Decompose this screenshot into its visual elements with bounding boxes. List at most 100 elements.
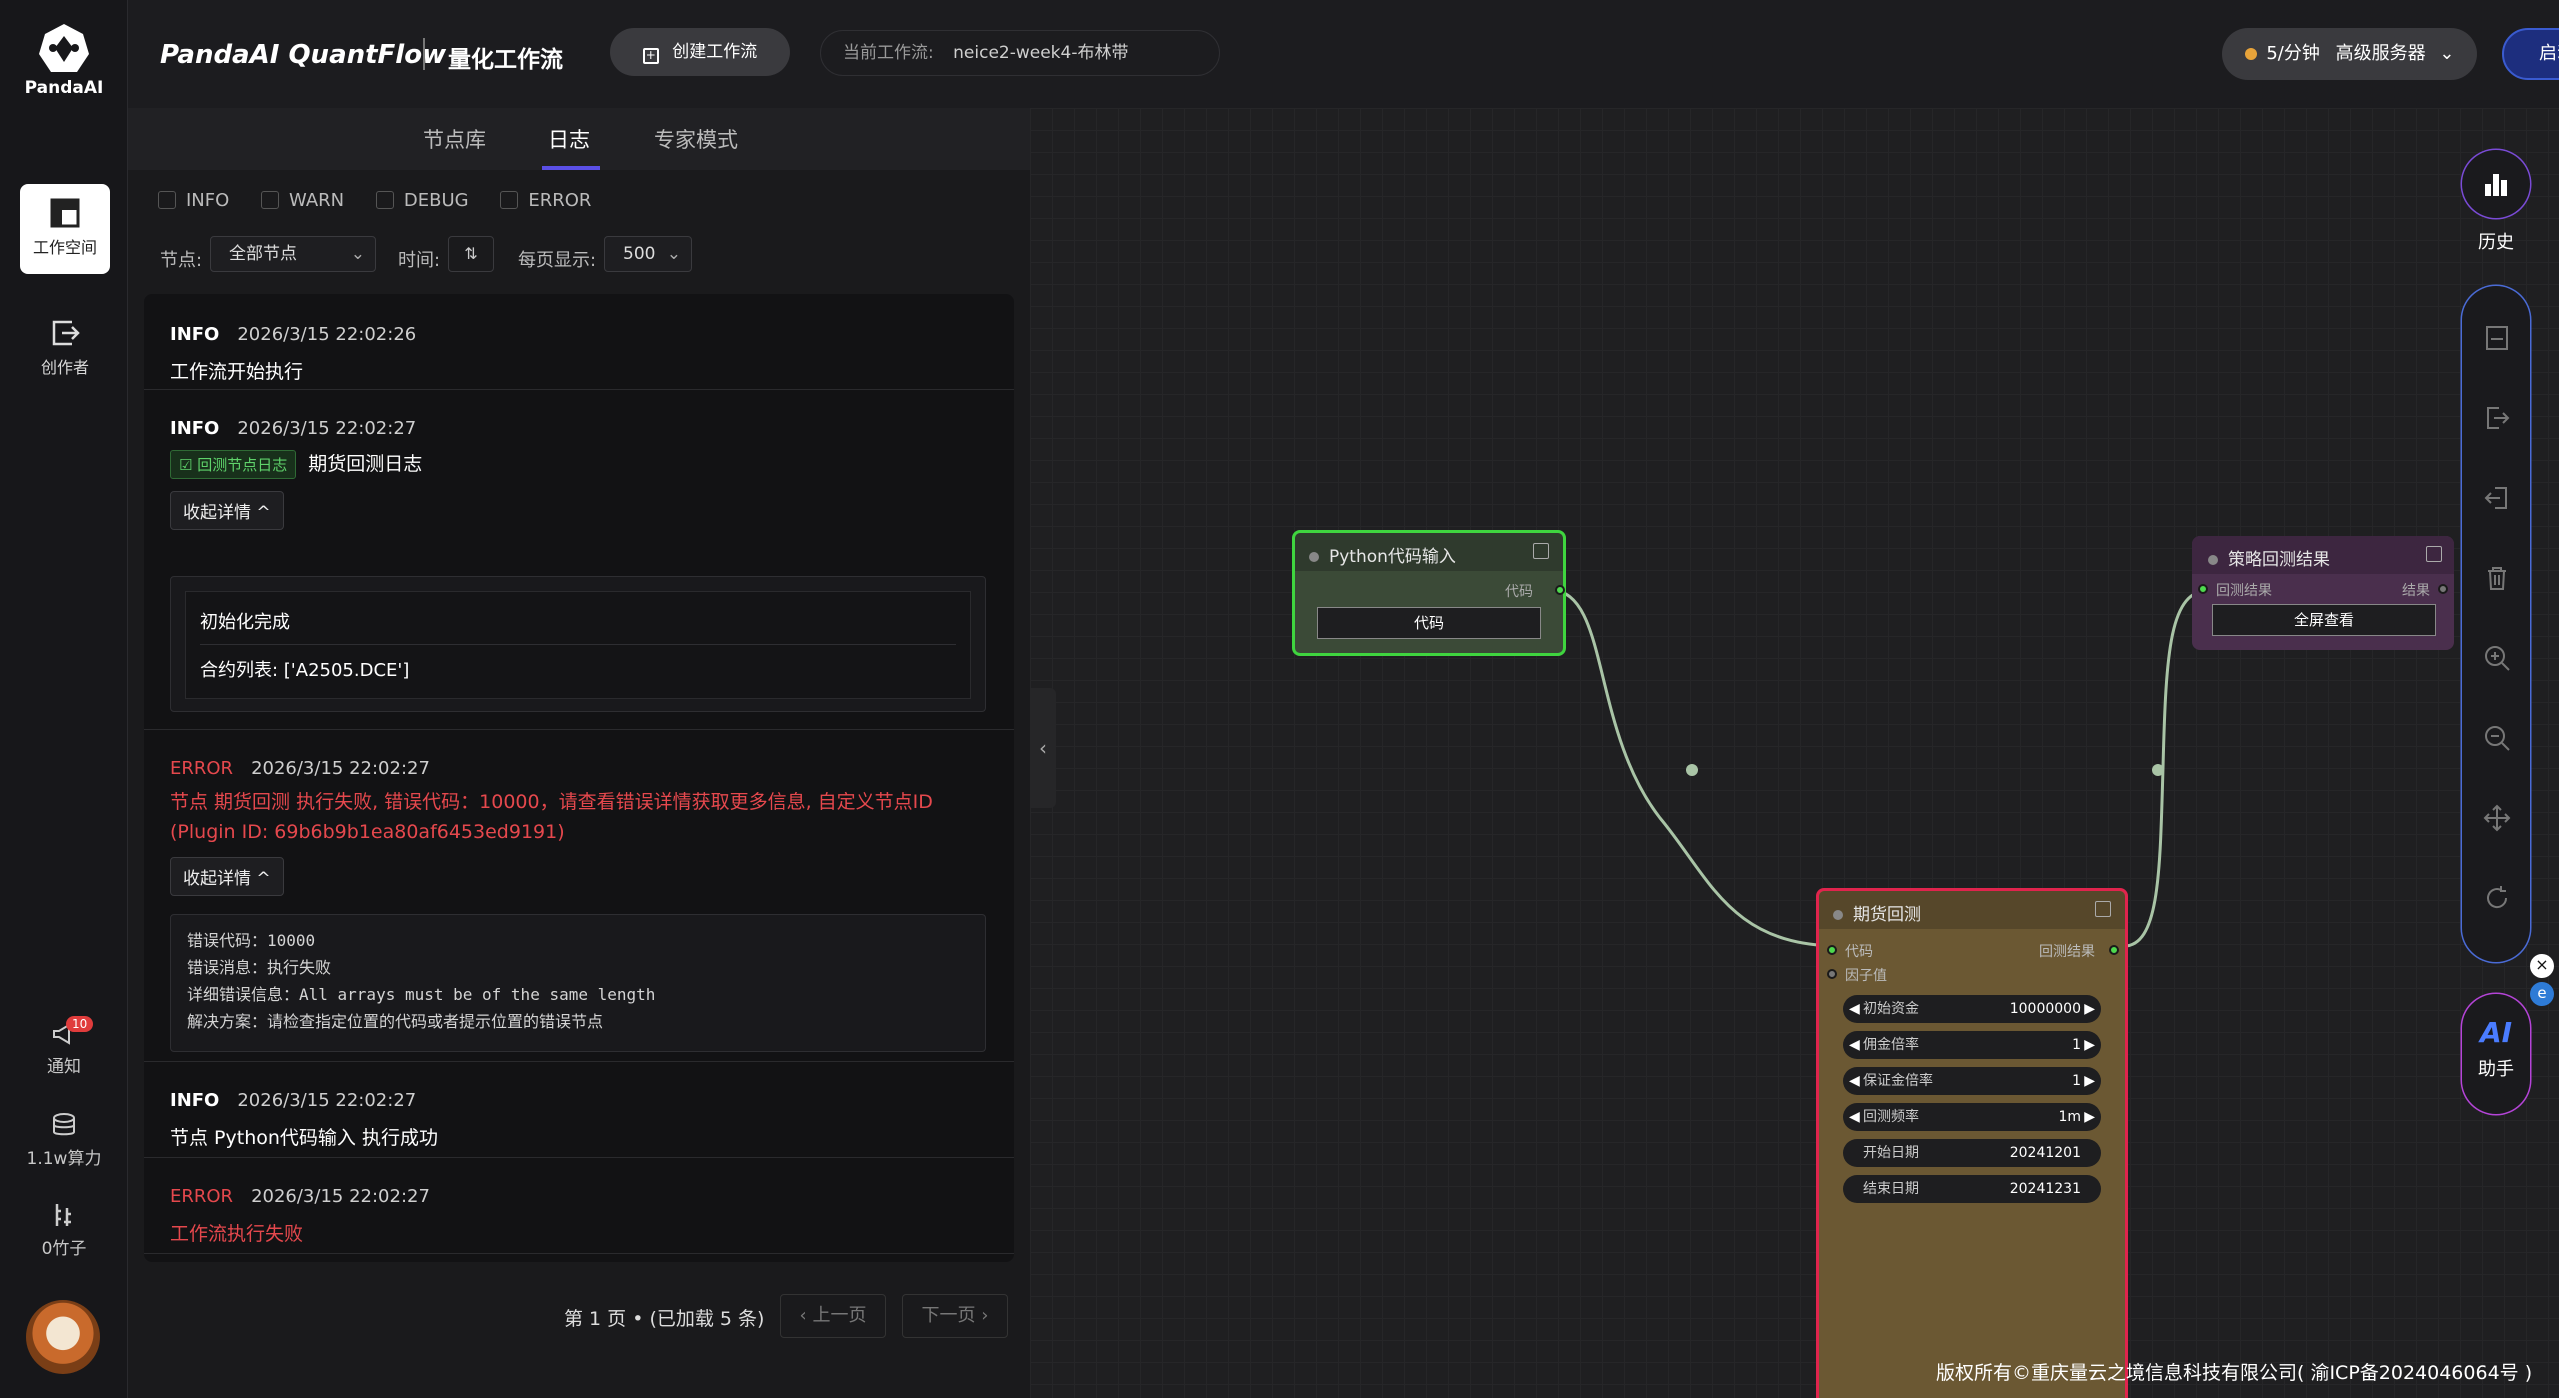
arrow-right-icon[interactable]: ▶	[2084, 1031, 2095, 1059]
start-workflow-button[interactable]: 启动工作流	[2502, 28, 2559, 80]
export-icon[interactable]	[2483, 404, 2511, 432]
workflow-canvas[interactable]: Python代码输入 代码 代码 策略回测结果 回测结果 结果 全屏查看 期货回…	[1030, 108, 2559, 1398]
arrow-right-icon[interactable]: ▶	[2084, 1103, 2095, 1131]
log-time: 2026/3/15 22:02:26	[237, 324, 417, 345]
chevron-down-icon: ⌄	[2439, 43, 2455, 64]
zoom-in-icon[interactable]	[2483, 644, 2511, 672]
pagination: 第 1 页 • (已加载 5 条) ‹ 上一页 下一页 ›	[128, 1294, 1030, 1344]
logo[interactable]: PandaAI	[0, 22, 128, 98]
logo-text: PandaAI	[24, 78, 104, 98]
nav-bamboo[interactable]: 0竹子	[0, 1202, 128, 1259]
prev-label: 上一页	[812, 1305, 867, 1326]
param-value: 20241201	[2009, 1145, 2081, 1161]
nav-notify[interactable]: 10 通知	[0, 1016, 128, 1077]
param-start-date[interactable]: 开始日期 20241201	[1843, 1139, 2101, 1167]
node-select[interactable]: 全部节点 ⌄	[210, 236, 376, 272]
filter-warn[interactable]: WARN	[261, 190, 344, 211]
user-avatar[interactable]	[26, 1300, 100, 1374]
chevron-left-icon: ‹	[1039, 736, 1047, 760]
refresh-icon[interactable]	[2483, 884, 2511, 912]
param-commission[interactable]: ◀ 佣金倍率 1 ▶	[1843, 1031, 2101, 1059]
rate-text: 5/分钟	[2266, 43, 2320, 64]
history-label: 历史	[2478, 232, 2514, 253]
arrow-left-icon[interactable]: ◀	[1849, 1067, 1860, 1095]
assistant-button[interactable]: AI 助手	[2462, 994, 2530, 1114]
result-in-port[interactable]	[2198, 584, 2208, 594]
chevron-up-icon: ^	[256, 503, 271, 523]
log-entry: INFO 2026/3/15 22:02:26 工作流开始执行	[144, 294, 1014, 390]
arrow-left-icon[interactable]: ◀	[1849, 1103, 1860, 1131]
param-frequency[interactable]: ◀ 回测频率 1m ▶	[1843, 1103, 2101, 1131]
canvas-toolbar	[2462, 286, 2530, 962]
futures-factor-port[interactable]	[1827, 969, 1837, 979]
edit-icon[interactable]	[2095, 901, 2111, 917]
python-out-port[interactable]	[1555, 585, 1565, 595]
arrow-right-icon[interactable]: ▶	[2084, 1067, 2095, 1095]
save-icon[interactable]	[2483, 324, 2511, 352]
collapse-label: 收起详情	[183, 503, 251, 523]
edge-float-icon[interactable]: e	[2530, 982, 2554, 1006]
arrow-right-icon[interactable]: ▶	[2084, 995, 2095, 1023]
edit-icon[interactable]	[1533, 543, 1549, 559]
result-out-port[interactable]	[2438, 584, 2448, 594]
nav-workspace-label: 工作空间	[32, 238, 97, 257]
futures-in-code-label: 代码	[1845, 944, 1873, 960]
create-workflow-button[interactable]: + 创建工作流	[610, 28, 790, 76]
close-float-icon[interactable]: ×	[2530, 954, 2554, 978]
bar-chart-icon	[2485, 174, 2507, 196]
current-workflow-field[interactable]: 当前工作流: neice2-week4-布林带	[820, 30, 1220, 76]
node-python-input[interactable]: Python代码输入 代码 代码	[1292, 530, 1566, 656]
status-dot	[2208, 555, 2218, 565]
workspace-icon	[50, 198, 80, 228]
node-futures-backtest[interactable]: 期货回测 代码 因子值 回测结果 ◀ 初始资金 10000000 ▶ ◀ 佣金倍…	[1816, 888, 2128, 1398]
arrow-left-icon[interactable]: ◀	[1849, 995, 1860, 1023]
log-level: INFO	[170, 418, 220, 439]
tab-node-library[interactable]: 节点库	[423, 124, 486, 154]
collapse-details-button[interactable]: 收起详情 ^	[170, 857, 284, 896]
nav-compute[interactable]: 1.1w算力	[0, 1112, 128, 1169]
filter-debug[interactable]: DEBUG	[375, 190, 469, 211]
notify-badge: 10	[66, 1016, 94, 1032]
zoom-out-icon[interactable]	[2483, 724, 2511, 752]
collapse-details-button[interactable]: 收起详情 ^	[170, 491, 284, 530]
import-icon[interactable]	[2483, 484, 2511, 512]
filter-info[interactable]: INFO	[158, 190, 229, 211]
arrow-left-icon[interactable]: ◀	[1849, 1031, 1860, 1059]
per-page-select[interactable]: 500 ⌄	[604, 236, 692, 272]
nav-creator[interactable]: 创作者	[20, 304, 110, 394]
nav-workspace[interactable]: 工作空间	[20, 184, 110, 274]
node-python-code-button[interactable]: 代码	[1317, 607, 1541, 639]
server-selector[interactable]: 5/分钟 高级服务器 ⌄	[2222, 28, 2477, 80]
log-message: 节点 Python代码输入 执行成功	[170, 1127, 438, 1149]
fullscreen-button[interactable]: 全屏查看	[2212, 604, 2436, 636]
filter-error[interactable]: ERROR	[500, 190, 591, 211]
history-button[interactable]	[2462, 150, 2530, 218]
param-margin[interactable]: ◀ 保证金倍率 1 ▶	[1843, 1067, 2101, 1095]
futures-code-port[interactable]	[1827, 945, 1837, 955]
database-icon	[53, 1113, 75, 1136]
copyright: 版权所有©重庆量云之境信息科技有限公司( 渝ICP备2024046064号 )	[1936, 1362, 2533, 1384]
bamboo-icon	[55, 1204, 71, 1226]
param-value: 1	[2072, 1073, 2081, 1089]
tab-logs[interactable]: 日志	[548, 124, 590, 154]
futures-out-port[interactable]	[2109, 945, 2119, 955]
time-sort-button[interactable]: ⇅	[448, 236, 494, 272]
assistant-label: 助手	[2478, 1059, 2514, 1080]
prev-page-button[interactable]: ‹ 上一页	[780, 1294, 886, 1338]
tab-expert-mode[interactable]: 专家模式	[654, 124, 738, 154]
param-label: 回测频率	[1863, 1109, 1919, 1125]
filter-info-label: INFO	[186, 190, 230, 211]
trash-icon[interactable]	[2483, 564, 2511, 592]
param-end-date[interactable]: 结束日期 20241231	[1843, 1175, 2101, 1203]
node-backtest-result[interactable]: 策略回测结果 回测结果 结果 全屏查看	[2192, 536, 2454, 650]
edges	[1549, 588, 2211, 948]
next-page-button[interactable]: 下一页 ›	[902, 1294, 1008, 1338]
nav-compute-label: 1.1w算力	[26, 1149, 102, 1169]
param-value: 1m	[2058, 1109, 2081, 1125]
param-initial-capital[interactable]: ◀ 初始资金 10000000 ▶	[1843, 995, 2101, 1023]
edit-icon[interactable]	[2426, 546, 2442, 562]
move-icon[interactable]	[2483, 804, 2511, 832]
node-select-value: 全部节点	[229, 244, 297, 264]
futures-out-label: 回测结果	[2039, 944, 2095, 960]
collapse-panel-handle[interactable]: ‹	[1030, 688, 1056, 808]
